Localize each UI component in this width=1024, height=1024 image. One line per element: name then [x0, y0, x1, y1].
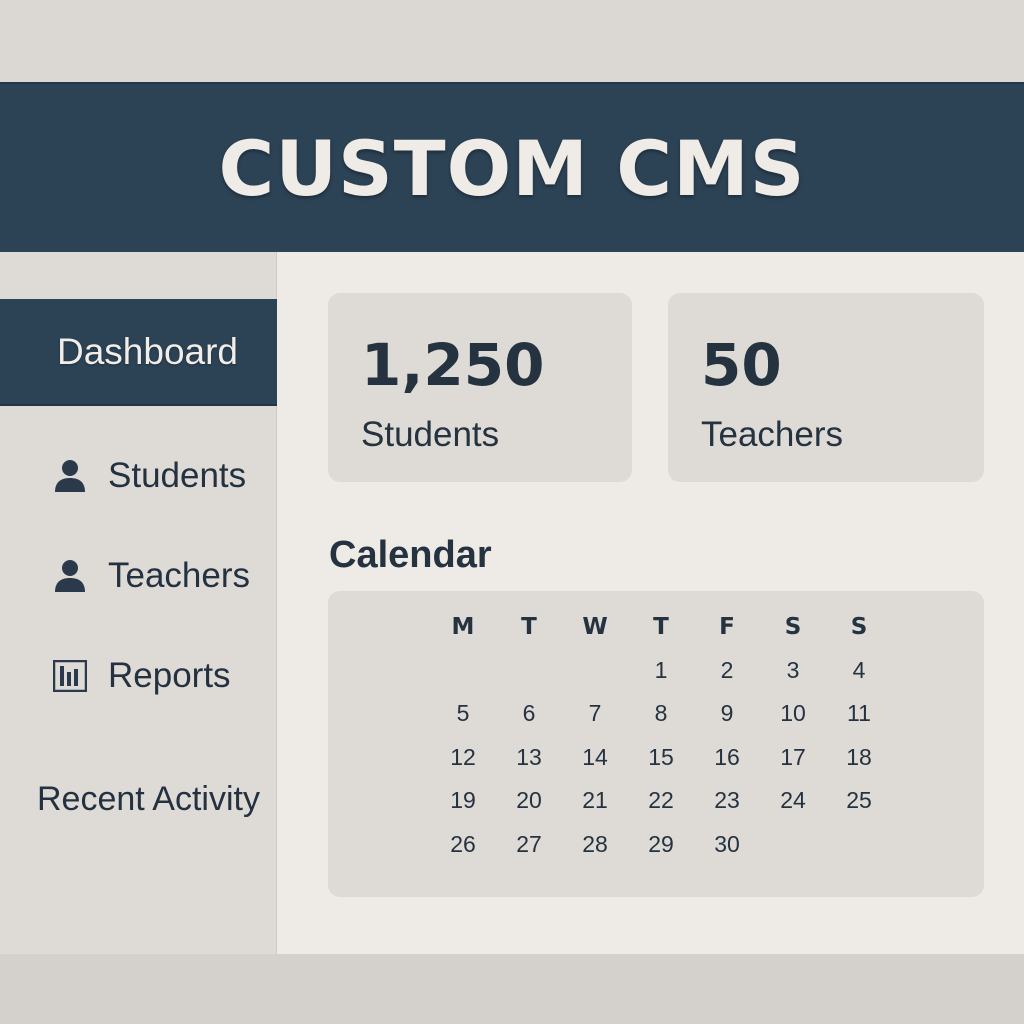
calendar-day[interactable]: 22 — [628, 779, 694, 823]
sidebar-item-label: Students — [108, 456, 247, 495]
top-bar — [0, 0, 1024, 82]
calendar-blank-cell — [430, 649, 496, 693]
calendar-blank-cell — [562, 649, 628, 693]
weekday-header: F — [719, 613, 735, 640]
recent-activity-link[interactable]: Recent Activity — [37, 780, 260, 819]
calendar-blank-cell — [496, 649, 562, 693]
bottom-bar — [0, 954, 1024, 1024]
stat-card-students: 1,250 Students — [328, 293, 632, 482]
stat-value: 1,250 — [361, 331, 545, 399]
calendar-day[interactable]: 24 — [760, 779, 826, 823]
weekday-header: M — [451, 613, 475, 640]
calendar: M T W T F S S 1 2 3 4 5 6 7 8 9 10 11 12 13 14 15 16 17 18 19 20 21… — [328, 591, 984, 897]
sidebar: Dashboard Students Teachers Reports Rece… — [0, 252, 277, 954]
calendar-day[interactable]: 27 — [496, 823, 562, 867]
calendar-day[interactable]: 10 — [760, 692, 826, 736]
calendar-day[interactable]: 3 — [760, 649, 826, 693]
calendar-title: Calendar — [329, 534, 492, 576]
calendar-day[interactable]: 25 — [826, 779, 892, 823]
bar-chart-icon — [52, 658, 88, 694]
calendar-day[interactable]: 29 — [628, 823, 694, 867]
calendar-day[interactable]: 12 — [430, 736, 496, 780]
calendar-day[interactable]: 18 — [826, 736, 892, 780]
calendar-day[interactable]: 1 — [628, 649, 694, 693]
calendar-day[interactable]: 7 — [562, 692, 628, 736]
calendar-day[interactable]: 6 — [496, 692, 562, 736]
sidebar-item-reports[interactable]: Reports — [52, 651, 272, 701]
calendar-day[interactable]: 2 — [694, 649, 760, 693]
sidebar-item-label: Reports — [108, 656, 231, 695]
app-title: CUSTOM CMS — [218, 123, 806, 213]
calendar-grid: M T W T F S S 1 2 3 4 5 6 7 8 9 10 11 12 13 14 15 16 17 18 19 20 21… — [430, 605, 892, 866]
weekday-header: W — [582, 613, 608, 640]
calendar-day[interactable]: 11 — [826, 692, 892, 736]
calendar-day[interactable]: 15 — [628, 736, 694, 780]
sidebar-item-students[interactable]: Students — [52, 451, 272, 501]
calendar-day[interactable]: 13 — [496, 736, 562, 780]
calendar-day[interactable]: 16 — [694, 736, 760, 780]
calendar-day[interactable]: 19 — [430, 779, 496, 823]
app-header: CUSTOM CMS — [0, 82, 1024, 252]
sidebar-item-label: Dashboard — [56, 330, 238, 372]
weekday-header: S — [850, 613, 868, 640]
stat-caption: Teachers — [701, 415, 844, 454]
weekday-header: T — [521, 613, 537, 640]
calendar-day[interactable]: 28 — [562, 823, 628, 867]
calendar-day[interactable]: 8 — [628, 692, 694, 736]
sidebar-item-teachers[interactable]: Teachers — [52, 551, 272, 601]
sidebar-item-dashboard[interactable]: Dashboard — [0, 299, 277, 406]
calendar-day[interactable]: 20 — [496, 779, 562, 823]
calendar-day[interactable]: 26 — [430, 823, 496, 867]
person-icon — [52, 458, 88, 494]
stat-value: 50 — [701, 331, 782, 399]
weekday-header: T — [653, 613, 669, 640]
stat-card-teachers: 50 Teachers — [668, 293, 984, 482]
main-content: 1,250 Students 50 Teachers Calendar M T W T… — [277, 252, 1024, 954]
calendar-day[interactable]: 30 — [694, 823, 760, 867]
stat-caption: Students — [361, 415, 500, 454]
calendar-day[interactable]: 5 — [430, 692, 496, 736]
calendar-day[interactable]: 9 — [694, 692, 760, 736]
calendar-day[interactable]: 23 — [694, 779, 760, 823]
calendar-day[interactable]: 17 — [760, 736, 826, 780]
weekday-header: S — [784, 613, 802, 640]
calendar-day[interactable]: 14 — [562, 736, 628, 780]
person-icon — [52, 558, 88, 594]
calendar-day[interactable]: 21 — [562, 779, 628, 823]
sidebar-item-label: Teachers — [108, 556, 251, 595]
calendar-day[interactable]: 4 — [826, 649, 892, 693]
